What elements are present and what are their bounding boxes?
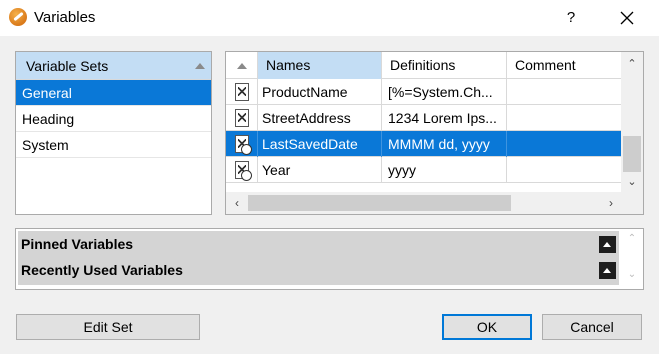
app-logo-icon [9, 8, 27, 26]
variable-comment[interactable] [507, 79, 621, 105]
scroll-up-icon[interactable]: ⌃ [621, 233, 643, 244]
variables-grid: Names Definitions Comment ProductName [%… [225, 51, 644, 215]
cancel-button[interactable]: Cancel [542, 314, 642, 340]
variable-name[interactable]: ProductName [258, 79, 382, 105]
variable-comment[interactable] [507, 157, 621, 183]
scroll-right-icon[interactable]: › [601, 192, 621, 214]
grid-icon-column-header[interactable] [226, 52, 258, 79]
variable-sets-header-label: Variable Sets [26, 58, 109, 74]
column-header-names[interactable]: Names [258, 52, 382, 79]
variable-definition[interactable]: [%=System.Ch... [382, 79, 507, 105]
window-title: Variables [34, 9, 96, 26]
ok-button[interactable]: OK [442, 314, 532, 340]
pinned-sections: Pinned Variables Recently Used Variables [18, 231, 619, 285]
scroll-left-icon[interactable]: ‹ [227, 192, 247, 214]
scroll-down-icon[interactable]: ⌄ [621, 269, 643, 280]
pinned-variables-label: Pinned Variables [21, 236, 134, 252]
variable-comment[interactable] [507, 105, 621, 131]
variable-definition[interactable]: 1234 Lorem Ips... [382, 105, 507, 131]
variable-sets-list: Variable Sets General Heading System [15, 51, 212, 215]
table-row[interactable]: Year yyyy [226, 157, 621, 183]
scrollbar-corner [621, 192, 643, 214]
column-header-comment[interactable]: Comment [507, 52, 621, 79]
grid-horizontal-scrollbar[interactable]: ‹ › [226, 192, 621, 214]
column-header-definitions[interactable]: Definitions [382, 52, 507, 79]
recently-used-label: Recently Used Variables [21, 262, 183, 278]
close-icon [620, 11, 634, 25]
close-button[interactable] [610, 4, 644, 32]
collapse-icon[interactable] [599, 236, 616, 253]
variable-name[interactable]: LastSavedDate [258, 131, 382, 157]
grid-vertical-scrollbar[interactable]: ⌃ ⌄ [621, 52, 643, 214]
sort-ascending-icon [237, 63, 247, 69]
variable-icon [235, 83, 249, 101]
scroll-up-icon[interactable]: ⌃ [621, 54, 643, 74]
pinned-variables-panel: Pinned Variables Recently Used Variables… [15, 228, 644, 290]
pinned-variables-section[interactable]: Pinned Variables [18, 231, 619, 257]
variable-name[interactable]: StreetAddress [258, 105, 382, 131]
table-row[interactable]: StreetAddress 1234 Lorem Ips... [226, 105, 621, 131]
edit-set-button[interactable]: Edit Set [16, 314, 200, 340]
variable-icon [235, 109, 249, 127]
recently-used-section[interactable]: Recently Used Variables [18, 257, 619, 283]
variable-name[interactable]: Year [258, 157, 382, 183]
help-button[interactable]: ? [556, 4, 586, 32]
title-bar: Variables ? [0, 0, 659, 36]
variable-definition[interactable]: yyyy [382, 157, 507, 183]
collapse-icon[interactable] [599, 262, 616, 279]
scroll-down-icon[interactable]: ⌄ [621, 172, 643, 192]
variable-comment[interactable] [507, 131, 621, 157]
grid-header: Names Definitions Comment [226, 52, 621, 79]
date-variable-icon [235, 161, 252, 181]
set-item-system[interactable]: System [16, 132, 211, 158]
pinned-vertical-scrollbar[interactable]: ⌃ ⌄ [621, 229, 643, 289]
set-item-general[interactable]: General [16, 80, 211, 106]
set-item-heading[interactable]: Heading [16, 106, 211, 132]
scrollbar-thumb[interactable] [623, 136, 641, 172]
scrollbar-thumb[interactable] [248, 195, 511, 211]
date-variable-icon [235, 135, 252, 155]
table-row[interactable]: ProductName [%=System.Ch... [226, 79, 621, 105]
sort-ascending-icon [195, 63, 205, 69]
table-row-selected[interactable]: LastSavedDate MMMM dd, yyyy [226, 131, 621, 157]
variable-definition[interactable]: MMMM dd, yyyy [382, 131, 507, 157]
variable-sets-header[interactable]: Variable Sets [16, 52, 211, 80]
